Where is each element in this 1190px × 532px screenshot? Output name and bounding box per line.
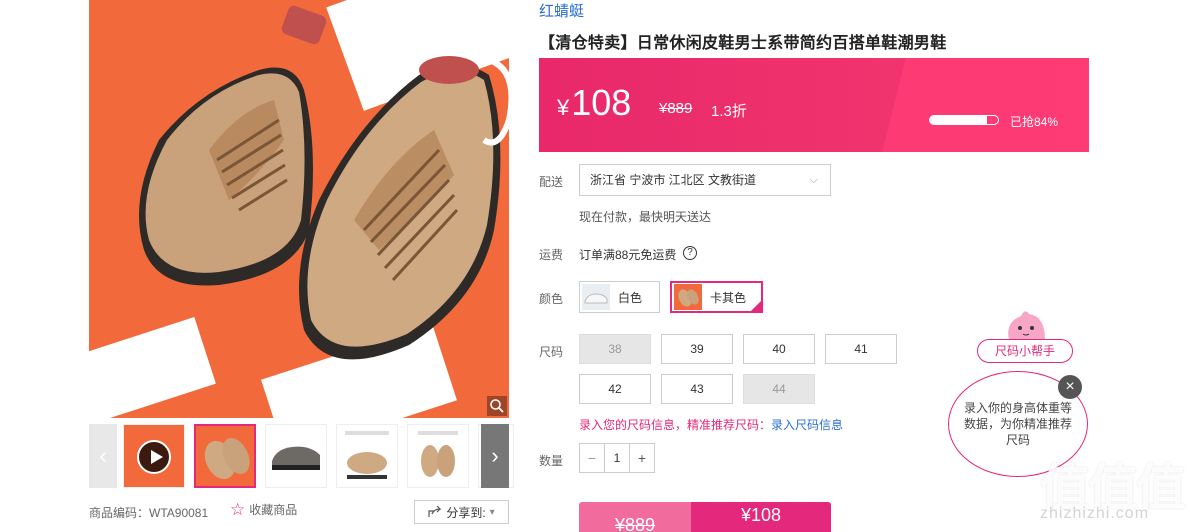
discount-rate: 1.3折 xyxy=(711,103,747,120)
size-option-44: 44 xyxy=(743,374,815,404)
size-tip-link[interactable]: 录入尺码信息 xyxy=(771,418,843,432)
sold-progress-fill xyxy=(930,116,988,124)
zoom-icon[interactable] xyxy=(487,396,507,416)
shipping-text: 订单满88元免运费 xyxy=(579,248,677,262)
color-option-white[interactable]: 白色 xyxy=(579,281,660,313)
quantity-increase-button[interactable]: + xyxy=(630,444,654,472)
chevron-down-icon: ⌵ xyxy=(809,174,818,186)
thumbnail-prev-button[interactable]: ‹ xyxy=(89,424,117,488)
thumbnail-gray-side[interactable] xyxy=(265,424,327,488)
thumbnail-khaki-sole[interactable] xyxy=(407,424,469,488)
price-value: 108 xyxy=(571,82,632,123)
mascot-icon xyxy=(1008,311,1045,340)
chevron-right-icon: › xyxy=(491,443,499,468)
size-option-41[interactable]: 41 xyxy=(825,334,897,364)
size-label: 尺码 xyxy=(539,345,564,359)
delivery-label: 配送 xyxy=(539,175,564,189)
sold-progress-bar xyxy=(929,115,999,125)
khaki-shoe-swatch xyxy=(674,284,702,310)
quantity-stepper: − 1 + xyxy=(579,443,655,473)
chevron-down-icon: ▾ xyxy=(489,506,495,518)
size-tip: 录入您的尺码信息，精准推荐尺码：录入尺码信息 xyxy=(579,416,843,433)
share-label: 分享到: xyxy=(446,505,486,520)
watermark-url: zhizhizhi.com xyxy=(1040,505,1150,522)
sold-percentage: 已抢84% xyxy=(1010,115,1059,129)
size-option-42[interactable]: 42 xyxy=(579,374,651,404)
size-option-38: 38 xyxy=(579,334,651,364)
white-shoe-swatch xyxy=(582,284,610,310)
selected-check-icon xyxy=(750,300,762,312)
favorite-label: 收藏商品 xyxy=(249,503,298,517)
favorite-button[interactable]: ☆ 收藏商品 xyxy=(230,501,297,518)
buy-original-price: ¥889 xyxy=(579,502,691,532)
shoe-illustration xyxy=(139,5,509,360)
size-option-40[interactable]: 40 xyxy=(743,334,815,364)
address-select[interactable]: 浙江省 宁波市 江北区 文教街道 ⌵ xyxy=(579,164,831,196)
thumbnail-strip: ‹ › xyxy=(89,424,514,488)
color-option-khaki[interactable]: 卡其色 xyxy=(670,281,763,313)
thumbnail-detail-sheet[interactable] xyxy=(336,424,398,488)
share-button[interactable]: 分享到: ▾ xyxy=(414,500,509,524)
current-price: ¥ 108 xyxy=(557,82,631,124)
thumbnail-khaki-angle[interactable] xyxy=(194,424,256,488)
size-option-43[interactable]: 43 xyxy=(661,374,733,404)
main-product-image[interactable] xyxy=(89,0,509,418)
price-panel-decoration xyxy=(882,58,1089,152)
share-icon xyxy=(428,506,442,517)
star-icon: ☆ xyxy=(230,500,246,519)
thumbnail-video[interactable] xyxy=(123,424,185,488)
close-icon[interactable]: × xyxy=(1058,375,1082,399)
address-value: 浙江省 宁波市 江北区 文教街道 xyxy=(590,173,757,187)
color-label: 颜色 xyxy=(539,292,564,306)
chevron-left-icon: ‹ xyxy=(99,443,107,468)
shipping-label: 运费 xyxy=(539,248,564,262)
quantity-input[interactable]: 1 xyxy=(604,444,630,472)
price-panel: ¥ 108 ¥889 1.3折 已抢84% xyxy=(539,58,1089,152)
size-helper-button[interactable]: 尺码小帮手 xyxy=(977,339,1073,363)
delivery-note: 现在付款，最快明天送达 xyxy=(579,210,712,224)
buy-current-price: ¥108 xyxy=(691,502,831,532)
play-icon[interactable] xyxy=(137,440,171,474)
quantity-decrease-button[interactable]: − xyxy=(580,444,604,472)
quantity-label: 数量 xyxy=(539,454,564,468)
brand-link[interactable]: 红蜻蜓 xyxy=(539,0,584,21)
currency-symbol: ¥ xyxy=(557,95,570,120)
sku-code: 商品编码：WTA90081 xyxy=(89,506,209,520)
help-icon[interactable]: ? xyxy=(683,246,697,260)
color-option-label: 卡其色 xyxy=(710,290,747,305)
size-tip-text: 录入您的尺码信息，精准推荐尺码： xyxy=(579,418,772,432)
buy-button[interactable]: ¥889 ¥108 xyxy=(579,502,831,532)
thumbnail-next-button[interactable]: › xyxy=(481,424,509,488)
product-title: 【清仓特卖】日常休闲皮鞋男士系带简约百搭单鞋潮男鞋 xyxy=(539,35,947,52)
size-option-39[interactable]: 39 xyxy=(661,334,733,364)
original-price: ¥889 xyxy=(659,100,693,117)
color-option-label: 白色 xyxy=(618,290,643,305)
